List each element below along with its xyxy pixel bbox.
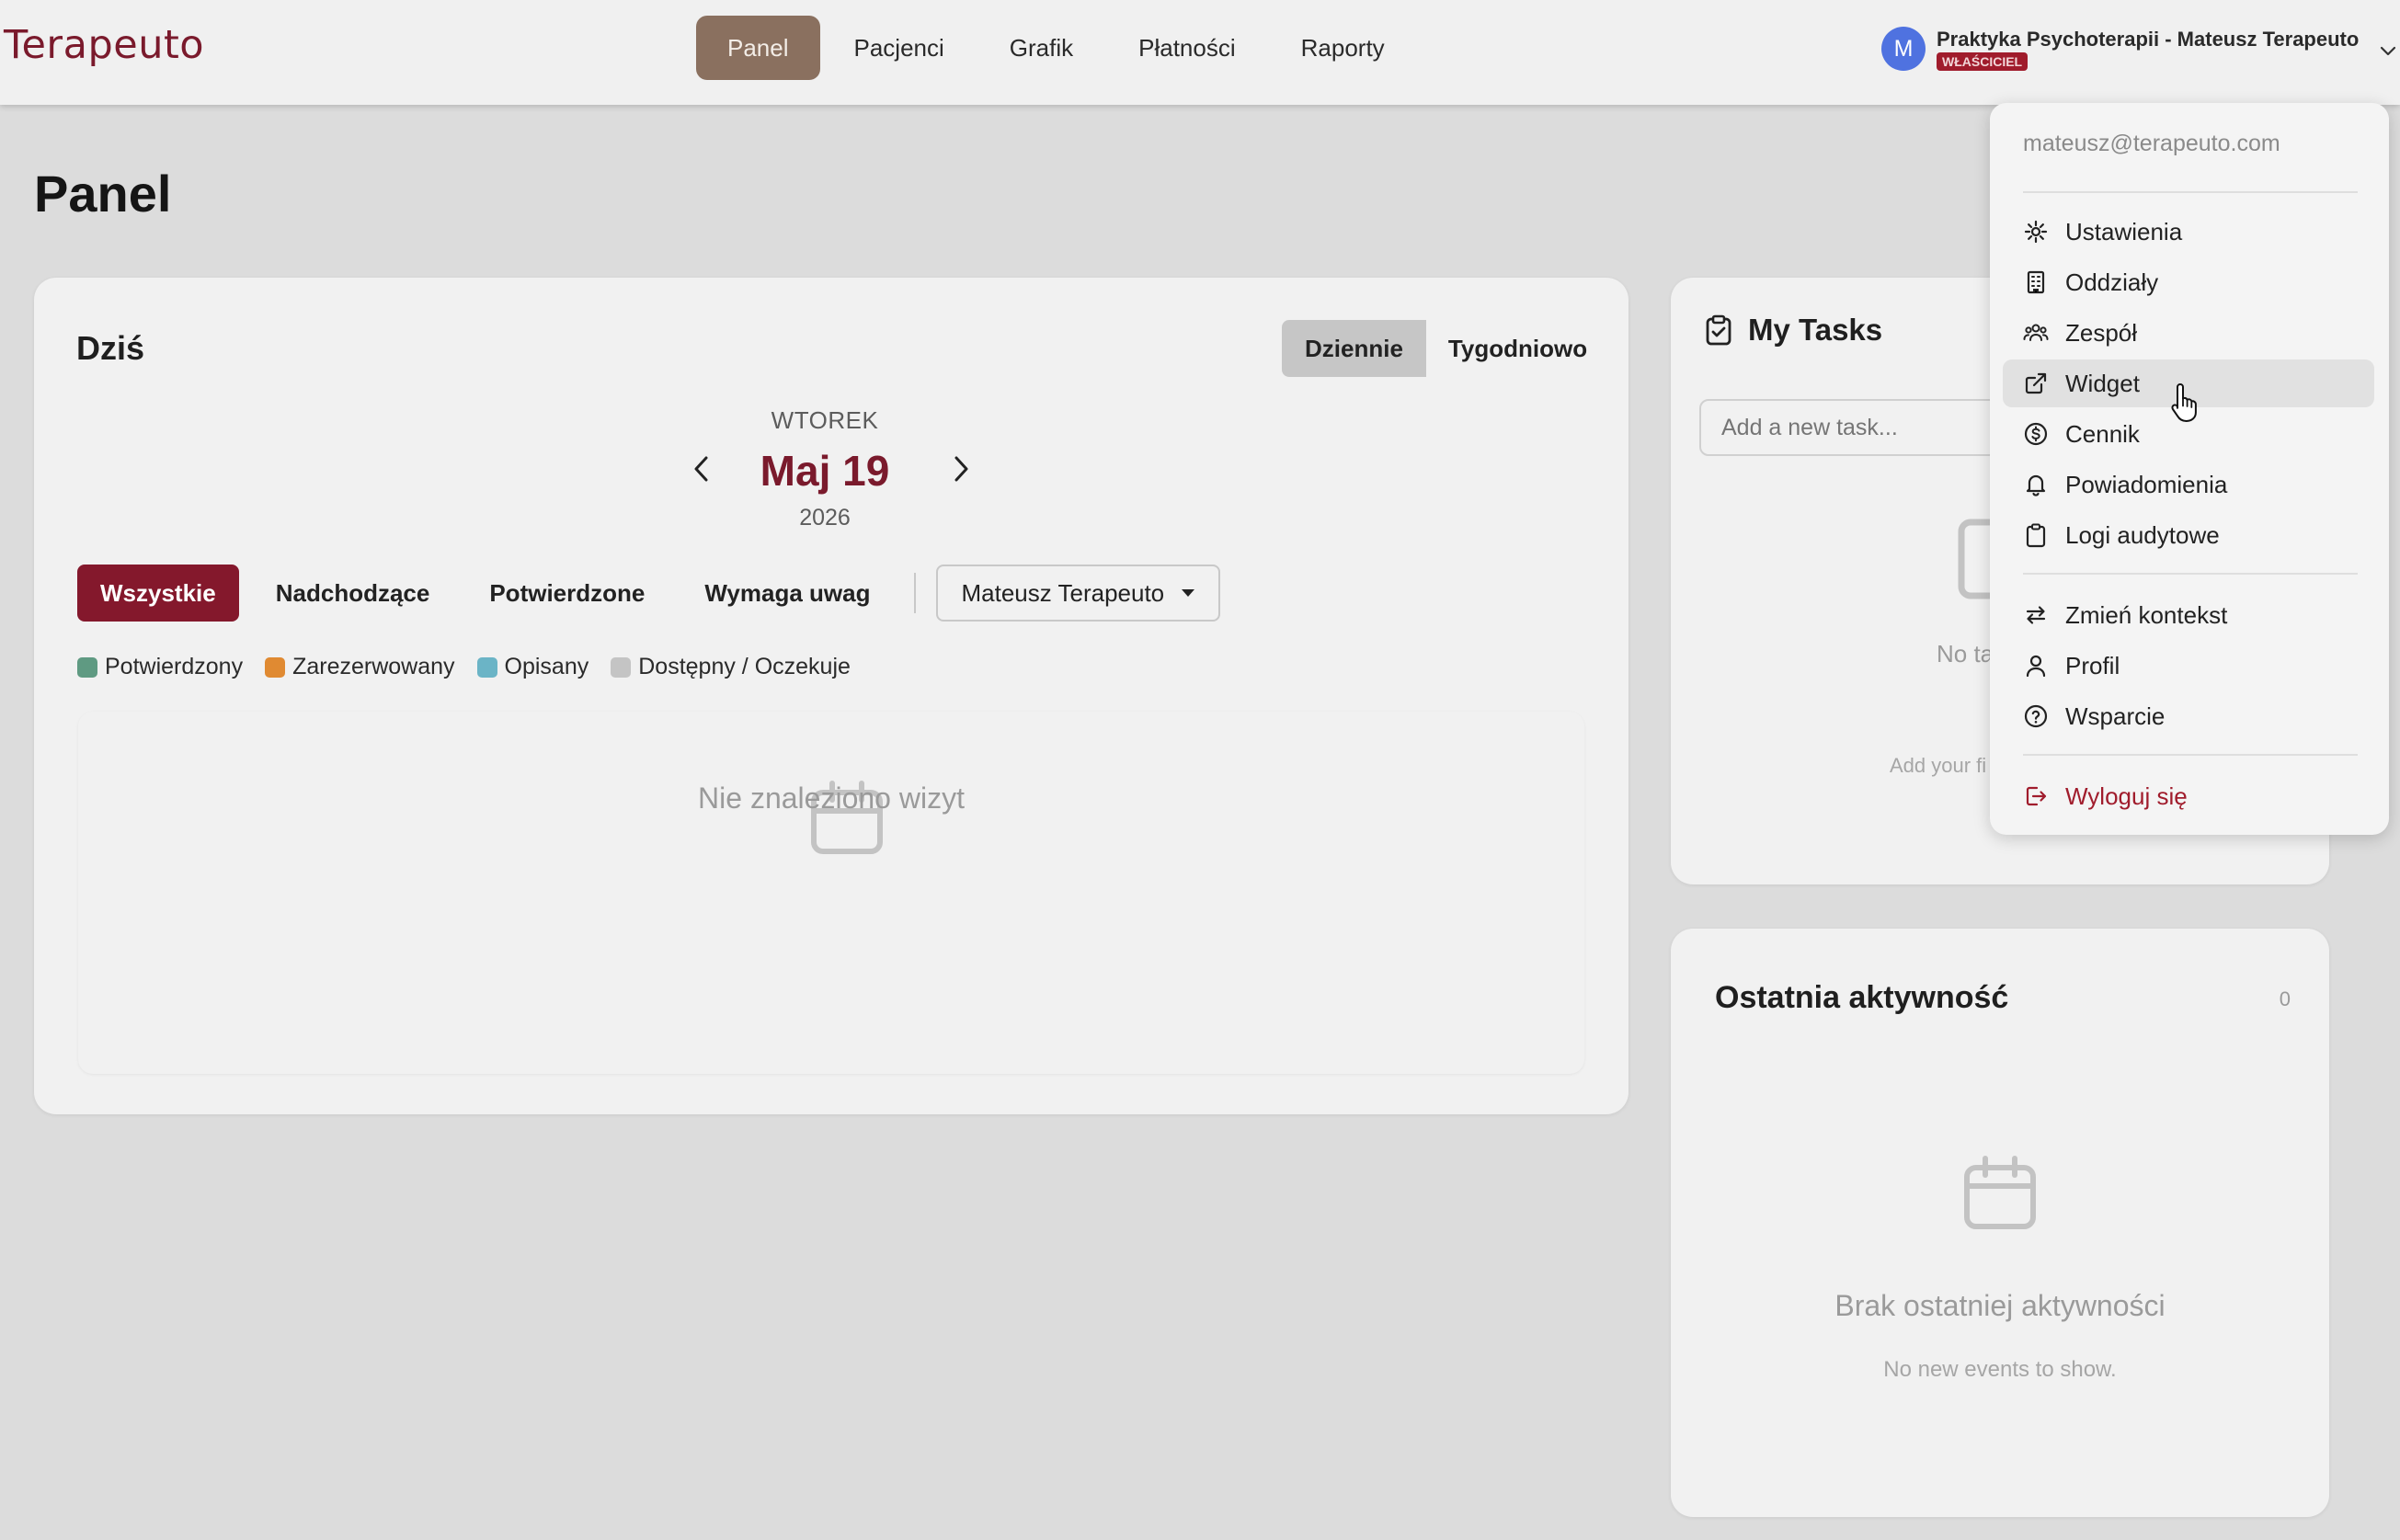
menu-item-oddzialy[interactable]: Oddziały bbox=[2003, 258, 2374, 306]
account-switcher[interactable]: M Praktyka Psychoterapii - Mateusz Terap… bbox=[1881, 25, 2399, 73]
menu-item-ustawienia[interactable]: Ustawienia bbox=[2003, 208, 2374, 256]
nav-pacjenci[interactable]: Pacjenci bbox=[823, 16, 976, 80]
legend-label: Dostępny / Oczekuje bbox=[638, 654, 851, 679]
no-appointments-text: Nie znaleziono wizyt bbox=[698, 781, 965, 815]
menu-item-logi-audytowe[interactable]: Logi audytowe bbox=[2003, 511, 2374, 559]
external-link-icon bbox=[2025, 372, 2047, 394]
weekday-label: WTOREK bbox=[771, 406, 879, 434]
today-title: Dziś bbox=[76, 329, 145, 367]
legend-item: Zarezerwowany bbox=[265, 654, 455, 680]
legend-label: Opisany bbox=[504, 654, 589, 679]
legend-label: Zarezerwowany bbox=[292, 654, 455, 679]
user-icon bbox=[2026, 655, 2046, 678]
bell-icon bbox=[2026, 474, 2046, 496]
app-logo[interactable]: Terapeuto bbox=[4, 22, 204, 68]
users-icon bbox=[2023, 324, 2049, 341]
menu-item-profil[interactable]: Profil bbox=[2003, 642, 2374, 690]
menu-item-zespol[interactable]: Zespół bbox=[2003, 309, 2374, 357]
nav-raporty[interactable]: Raporty bbox=[1270, 16, 1416, 80]
filter-potwierdzone[interactable]: Potwierdzone bbox=[466, 565, 668, 622]
avatar: M bbox=[1881, 27, 1926, 71]
activity-count: 0 bbox=[2279, 987, 2291, 1010]
menu-item-powiadomienia[interactable]: Powiadomienia bbox=[2003, 461, 2374, 508]
menu-item-label: Profil bbox=[2065, 651, 2120, 679]
menu-item-label: Ustawienia bbox=[2065, 217, 2183, 245]
appointment-filters: Wszystkie Nadchodzące Potwierdzone Wymag… bbox=[77, 565, 1221, 622]
account-info: Praktyka Psychoterapii - Mateusz Terapeu… bbox=[1937, 27, 2359, 71]
legend-swatch bbox=[77, 656, 97, 678]
help-circle-icon bbox=[2024, 704, 2048, 728]
tasks-title: My Tasks bbox=[1748, 313, 1883, 347]
menu-item-label: Zmień kontekst bbox=[2065, 600, 2228, 629]
legend-item: Potwierdzony bbox=[77, 654, 243, 680]
calendar-icon bbox=[1964, 1156, 2036, 1229]
menu-item-label: Wsparcie bbox=[2065, 702, 2166, 730]
hand-cursor-icon bbox=[2171, 383, 2197, 422]
menu-item-label: Logi audytowe bbox=[2065, 520, 2220, 549]
menu-divider bbox=[2023, 191, 2358, 193]
legend-swatch bbox=[265, 656, 286, 678]
menu-item-wsparcie[interactable]: Wsparcie bbox=[2003, 692, 2374, 740]
filter-wymaga-uwag[interactable]: Wymaga uwag bbox=[681, 565, 893, 622]
top-bar: Terapeuto Panel Pacjenci Grafik Płatnośc… bbox=[0, 0, 2400, 105]
year-label: 2026 bbox=[799, 505, 851, 530]
nav-grafik[interactable]: Grafik bbox=[978, 16, 1104, 80]
appointments-list bbox=[78, 712, 1584, 1074]
view-toggle: Dziennie Tygodniowo bbox=[1282, 320, 1587, 377]
clipboard-check-icon bbox=[1706, 314, 1731, 346]
tasks-header: My Tasks bbox=[1704, 313, 1882, 348]
no-activity-subtitle: No new events to show. bbox=[1883, 1357, 2117, 1382]
clipboard-icon bbox=[2026, 523, 2046, 548]
menu-item-label: Zespół bbox=[2065, 318, 2138, 347]
menu-item-wyloguj[interactable]: Wyloguj się bbox=[2003, 772, 2374, 820]
date-label: Maj 19 bbox=[760, 447, 890, 495]
no-tasks-text: No ta bbox=[1937, 640, 1994, 667]
menu-item-label: Powiadomienia bbox=[2065, 470, 2228, 498]
caret-down-icon bbox=[1182, 589, 1195, 597]
role-badge: WŁAŚCICIEL bbox=[1937, 52, 2029, 71]
menu-item-label: Oddziały bbox=[2065, 268, 2159, 296]
menu-item-label: Widget bbox=[2065, 369, 2140, 397]
therapist-select-value: Mateusz Terapeuto bbox=[961, 578, 1165, 607]
account-name: Praktyka Psychoterapii - Mateusz Terapeu… bbox=[1937, 28, 2360, 51]
account-menu: mateusz@terapeuto.com Ustawienia Oddział… bbox=[1990, 103, 2389, 835]
activity-card: Ostatnia aktywność 0 Brak ostatniej akty… bbox=[1671, 929, 2329, 1517]
main-nav: Panel Pacjenci Grafik Płatności Raporty bbox=[696, 16, 1419, 80]
therapist-select[interactable]: Mateusz Terapeuto bbox=[936, 565, 1221, 622]
date-display: WTOREK Maj 19 2026 bbox=[420, 406, 1229, 531]
gear-icon bbox=[2024, 220, 2048, 244]
legend-label: Potwierdzony bbox=[105, 654, 244, 679]
status-legend: Potwierdzony Zarezerwowany Opisany Dostę… bbox=[77, 654, 873, 680]
legend-item: Dostępny / Oczekuje bbox=[611, 654, 851, 680]
no-activity-title: Brak ostatniej aktywności bbox=[1834, 1289, 2166, 1322]
add-task-hint: Add your fi bbox=[1890, 754, 1987, 777]
nav-panel[interactable]: Panel bbox=[696, 16, 820, 80]
menu-divider bbox=[2023, 754, 2358, 756]
building-icon bbox=[2027, 270, 2045, 294]
activity-title: Ostatnia aktywność bbox=[1715, 980, 2009, 1015]
filter-wszystkie[interactable]: Wszystkie bbox=[77, 565, 239, 622]
dollar-circle-icon bbox=[2024, 422, 2048, 446]
menu-divider bbox=[2023, 573, 2358, 575]
switch-arrows-icon bbox=[2026, 606, 2046, 624]
menu-item-zmien-kontekst[interactable]: Zmień kontekst bbox=[2003, 591, 2374, 639]
view-daily-button[interactable]: Dziennie bbox=[1282, 320, 1426, 377]
filter-divider bbox=[914, 573, 917, 613]
menu-item-label: Cennik bbox=[2065, 419, 2140, 448]
legend-swatch bbox=[611, 656, 632, 678]
account-email: mateusz@terapeuto.com bbox=[2023, 131, 2280, 156]
view-weekly-button[interactable]: Tygodniowo bbox=[1426, 320, 1609, 377]
legend-swatch bbox=[476, 656, 497, 678]
chevron-down-icon bbox=[2381, 46, 2396, 56]
filter-nadchodzace[interactable]: Nadchodzące bbox=[253, 565, 453, 622]
today-card: Dziś Dziennie Tygodniowo WTOREK Maj 19 2… bbox=[34, 278, 1629, 1114]
nav-platnosci[interactable]: Płatności bbox=[1107, 16, 1267, 80]
menu-item-label: Wyloguj się bbox=[2065, 781, 2188, 810]
legend-item: Opisany bbox=[476, 654, 589, 680]
page-title: Panel bbox=[34, 165, 172, 222]
new-task-input[interactable] bbox=[1699, 399, 2012, 456]
logout-icon bbox=[2026, 786, 2047, 806]
